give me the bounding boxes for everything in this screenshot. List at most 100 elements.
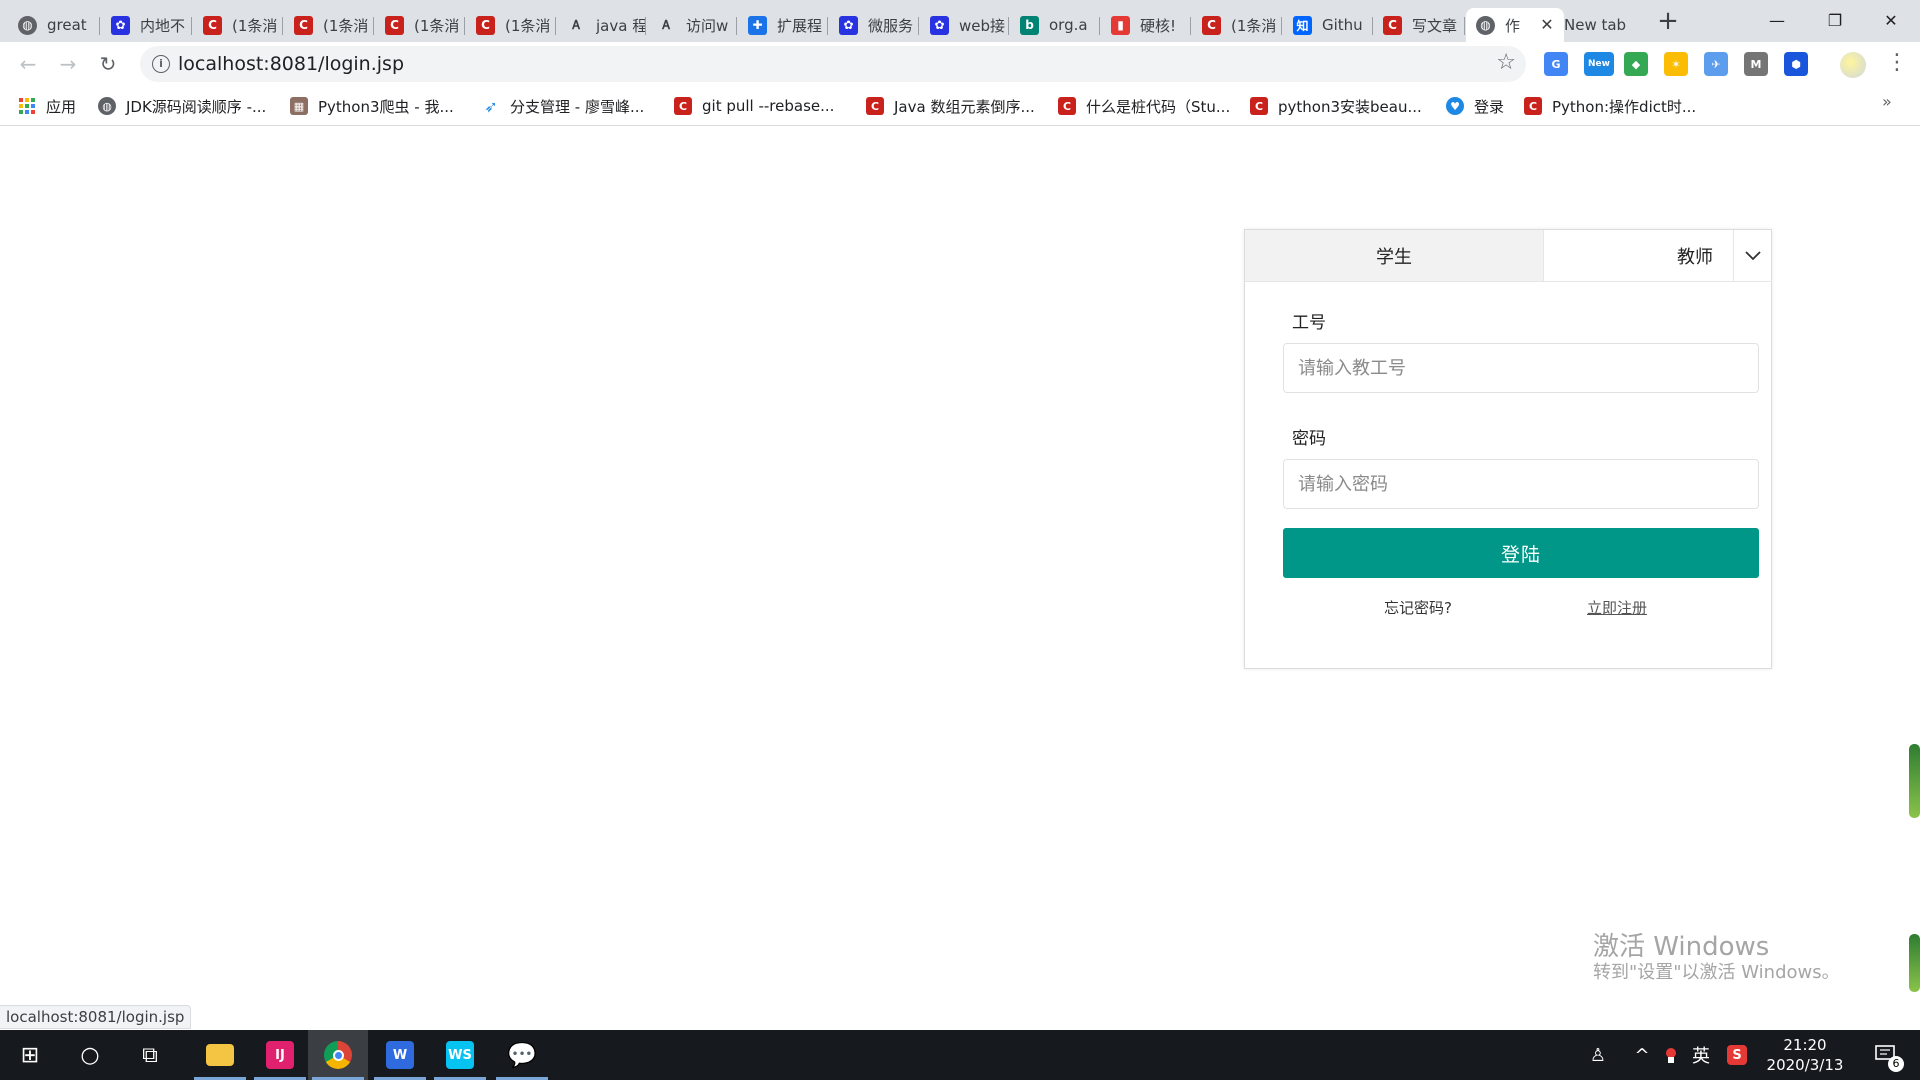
new-tab-button[interactable]: + (1652, 8, 1684, 36)
tab-title: 作 (1505, 16, 1521, 35)
start-windows-taskbar-button[interactable]: ⊞ (0, 1030, 60, 1080)
bookmark-star-icon[interactable]: ☆ (1496, 50, 1516, 75)
antivirus-icon (1666, 1048, 1676, 1063)
scroll-indicator-bottom[interactable] (1909, 934, 1920, 992)
browser-tab[interactable]: Ꭺjava 程 (557, 8, 646, 42)
cortana-search-taskbar-button[interactable]: ○ (60, 1030, 120, 1080)
bookmark-item[interactable]: C 什么是桩代码（Stu... (1058, 94, 1230, 118)
clock-time: 21:20 (1783, 1036, 1827, 1054)
bookmark-item[interactable]: Cgit pull --rebase... (674, 94, 834, 118)
tab-separator (918, 17, 919, 35)
forgot-password-link[interactable]: 忘记密码? (1384, 597, 1452, 618)
bookmark-item[interactable]: C Java 数组元素倒序... (866, 94, 1035, 118)
browser-tab[interactable]: C (1条消 (375, 8, 465, 42)
translate-ext-icon[interactable]: G (1544, 52, 1568, 76)
register-link[interactable]: 立即注册 (1587, 597, 1647, 618)
browser-tab[interactable]: ✿ web接 (920, 8, 1009, 42)
system-clock[interactable]: 21:20 2020/3/13 (1760, 1035, 1850, 1075)
browser-tab[interactable]: C (1条消 (466, 8, 556, 42)
cortana-search-icon: ○ (80, 1042, 100, 1068)
browser-tab[interactable]: Ꭺ 访问w (647, 8, 737, 42)
browser-tab[interactable]: ✿ 内地不 (101, 8, 192, 42)
bookmark-item[interactable]: ◍ JDK源码阅读顺序 -... (98, 94, 266, 118)
chrome-taskbar-button[interactable] (308, 1030, 368, 1080)
sogou-icon[interactable]: S (1722, 1030, 1752, 1080)
bookmark-item[interactable]: ▦ Python3爬虫 - 我... (290, 94, 454, 118)
tab-separator (736, 17, 737, 35)
tab-active[interactable]: ◍ 作 ✕ (1466, 8, 1564, 42)
new-badge-ext-icon[interactable]: New (1584, 52, 1614, 76)
address-bar[interactable]: i localhost:8081/login.jsp ☆ (140, 46, 1526, 82)
mail-ext-icon[interactable]: M (1744, 52, 1768, 76)
login-button[interactable]: 登陆 (1283, 528, 1759, 578)
browser-tab[interactable]: ▮ 硬核! (1101, 8, 1191, 42)
minimize-button[interactable]: — (1748, 0, 1806, 40)
webstorm-taskbar-button[interactable]: WS (430, 1030, 490, 1080)
browser-tab[interactable]: b org.a (1010, 8, 1100, 42)
close-window-button[interactable]: ✕ (1862, 0, 1920, 40)
wps-writer-taskbar-button[interactable]: W (370, 1030, 430, 1080)
site-info-icon[interactable]: i (152, 55, 170, 73)
back-button[interactable]: ← (12, 48, 44, 80)
wechat-taskbar-button[interactable]: 💬 (492, 1030, 552, 1080)
shield-ext-icon[interactable]: ⬢ (1784, 52, 1808, 76)
profile-avatar-icon[interactable] (1840, 52, 1866, 78)
browser-tab[interactable]: ◍ great (8, 8, 100, 42)
maximize-button[interactable]: ❐ (1806, 0, 1864, 40)
antivirus-tray-icon[interactable] (1660, 1030, 1682, 1080)
tab-title: New tab (1564, 16, 1627, 34)
people-icon[interactable]: ♙ (1584, 1030, 1612, 1080)
tab-title: 微服务 (868, 16, 914, 35)
colorful-icon: ▮ (1111, 15, 1130, 35)
browser-tab[interactable]: C (1条消 (284, 8, 374, 42)
forward-button[interactable]: → (52, 48, 84, 80)
bookmark-label: Python3爬虫 - 我... (318, 97, 454, 116)
task-view-icon: ⧉ (142, 1042, 158, 1068)
browser-tab[interactable]: C 写文章 (1373, 8, 1465, 42)
bookmark-item[interactable]: 应用 (18, 94, 76, 118)
chrome-web-ext-icon[interactable]: ◆ (1624, 52, 1648, 76)
bookmark-item[interactable]: Cpython3安装beau... (1250, 94, 1422, 118)
tab-title: java 程 (596, 16, 646, 35)
tab-title: great (47, 16, 87, 34)
browser-tab[interactable]: C (1条消 (1192, 8, 1282, 42)
role-dropdown-toggle[interactable] (1733, 230, 1772, 282)
tab-strip: ◍ great ✿ 内地不 C (1条消 C (1条消 C (1条消 C (1条消 Ꭺjava 程 Ꭺ 访问… (0, 0, 1920, 42)
task-view-taskbar-button[interactable]: ⧉ (120, 1030, 180, 1080)
globe-icon: ◍ (1476, 15, 1495, 35)
activate-windows-subtitle: 转到"设置"以激活 Windows。 (1593, 962, 1840, 983)
browser-tab[interactable]: New tab (1554, 8, 1649, 42)
intellij-idea-taskbar-button[interactable]: IJ (250, 1030, 310, 1080)
bookmark-label: 分支管理 - 廖雪峰... (510, 97, 645, 116)
browser-tab[interactable]: ✿ 微服务 (829, 8, 919, 42)
tab-teacher[interactable]: 教师 (1543, 230, 1733, 282)
bookmarks-overflow-icon[interactable]: » (1882, 92, 1892, 111)
tab-student[interactable]: 学生 (1245, 230, 1543, 282)
apps-grid-icon (18, 97, 36, 115)
scroll-indicator-top[interactable] (1909, 744, 1920, 818)
bookmark-item[interactable]: ♥ 登录 (1446, 94, 1504, 118)
reload-button[interactable]: ↻ (92, 48, 124, 80)
employee-id-input[interactable] (1283, 343, 1759, 393)
browser-tab[interactable]: C (1条消 (193, 8, 283, 42)
bookmark-item[interactable]: C Python:操作dict时... (1524, 94, 1696, 118)
ime-indicator[interactable]: 英 (1688, 1030, 1714, 1080)
wps-writer-icon: W (386, 1041, 414, 1069)
tray-chevron-icon[interactable]: ^ (1628, 1030, 1656, 1080)
browser-tab[interactable]: 知 Githu (1283, 8, 1373, 42)
pinwheel-ext-icon[interactable]: ✶ (1664, 52, 1688, 76)
browser-menu-icon[interactable]: ⋮ (1886, 50, 1908, 78)
tab-title: 访问w (686, 16, 729, 35)
file-explorer-taskbar-button[interactable] (190, 1030, 250, 1080)
browser-tab[interactable]: ✚ 扩展程 (738, 8, 828, 42)
bird-ext-icon[interactable]: ✈ (1704, 52, 1728, 76)
notification-center-button[interactable]: 6 (1866, 1030, 1906, 1080)
bookmark-item[interactable]: ➶ 分支管理 - 廖雪峰... (482, 94, 644, 118)
address-url[interactable]: localhost:8081/login.jsp (178, 53, 404, 75)
tab-title: Githu (1322, 16, 1363, 34)
heart-shield-icon: ♥ (1446, 97, 1464, 115)
webstorm-icon: WS (446, 1041, 474, 1069)
wechat-icon: 💬 (507, 1041, 537, 1069)
csdn-icon: C (385, 15, 404, 35)
password-input[interactable] (1283, 459, 1759, 509)
